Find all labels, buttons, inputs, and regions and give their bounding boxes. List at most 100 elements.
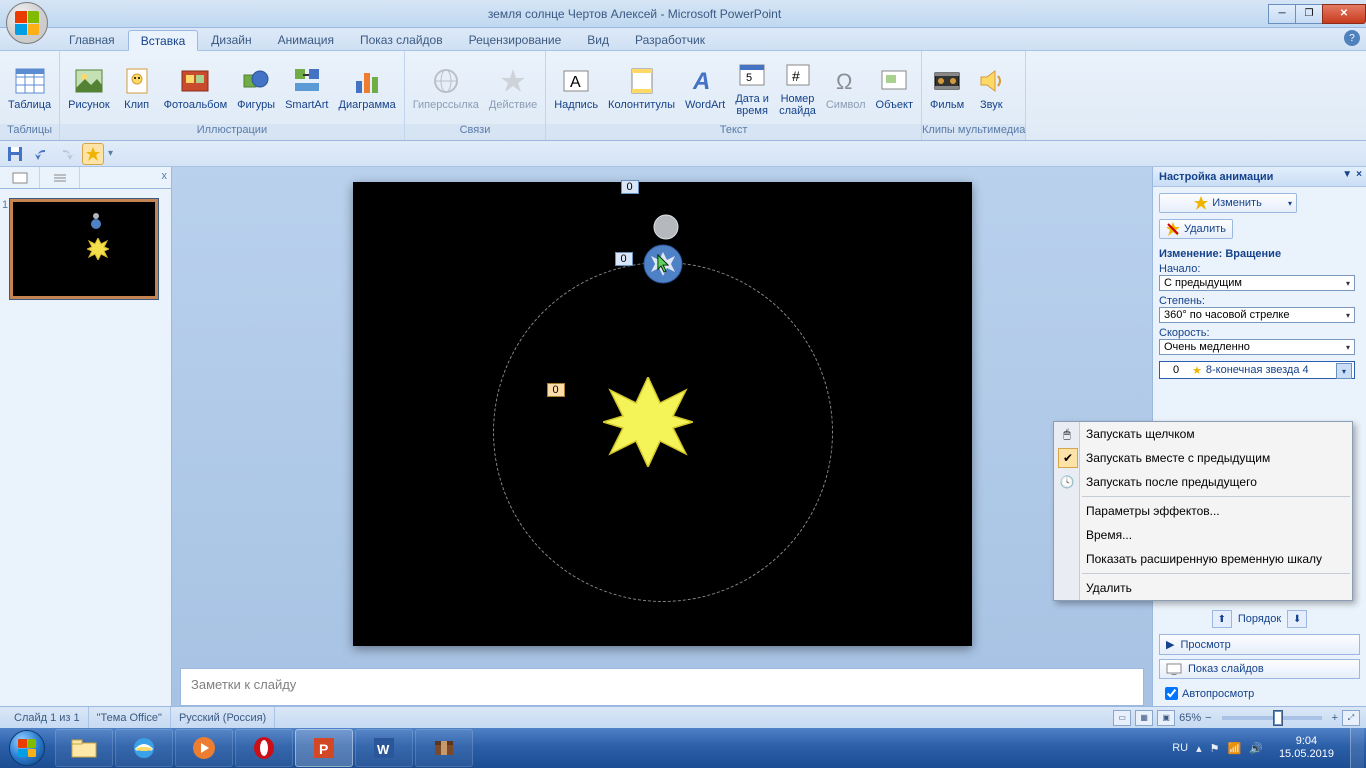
status-language[interactable]: Русский (Россия) <box>171 707 275 728</box>
pane-menu-icon[interactable]: ▼ <box>1342 169 1352 180</box>
slide-canvas[interactable]: 0 0 0 <box>353 182 972 646</box>
earth-shape[interactable]: 0 <box>643 244 683 284</box>
tray-flag-icon[interactable]: ⚑ <box>1210 742 1220 755</box>
menu-timing[interactable]: Время... <box>1054 523 1352 547</box>
tray-show-hidden-icon[interactable]: ▴ <box>1196 742 1202 755</box>
movie-button[interactable]: Фильм <box>926 63 968 113</box>
effect-list-item[interactable]: 0 ★ 8-конечная звезда 4 <box>1159 361 1355 379</box>
cursor-icon <box>657 254 671 274</box>
close-button[interactable]: ✕ <box>1322 4 1366 24</box>
task-powerpoint[interactable]: P <box>295 729 353 767</box>
object-button[interactable]: Объект <box>872 63 917 113</box>
task-winrar[interactable] <box>415 729 473 767</box>
tray-network-icon[interactable]: 📶 <box>1228 742 1242 755</box>
status-theme[interactable]: "Тема Office" <box>89 707 171 728</box>
menu-start-after-prev[interactable]: 🕓Запускать после предыдущего <box>1054 470 1352 494</box>
start-dropdown[interactable]: С предыдущим <box>1159 275 1355 291</box>
qat-customize-icon[interactable]: ▾ <box>108 148 113 159</box>
modify-effect-button[interactable]: Изменить <box>1159 193 1297 213</box>
reorder-down-button[interactable]: ⬇ <box>1287 610 1307 628</box>
tab-review[interactable]: Рецензирование <box>456 29 575 50</box>
clip-button[interactable]: Клип <box>116 63 158 113</box>
animation-pane-toggle[interactable] <box>82 143 104 165</box>
show-desktop-button[interactable] <box>1350 728 1364 768</box>
minimize-button[interactable]: ─ <box>1268 4 1296 24</box>
restore-button[interactable]: ❐ <box>1295 4 1323 24</box>
slides-panel: x 1 <box>0 167 172 706</box>
animation-tag-sun[interactable]: 0 <box>547 383 565 397</box>
datetime-button[interactable]: 5Дата и время <box>731 57 773 119</box>
tab-slideshow[interactable]: Показ слайдов <box>347 29 456 50</box>
normal-view-button[interactable]: ▭ <box>1113 710 1131 726</box>
undo-button[interactable] <box>30 143 52 165</box>
picture-button[interactable]: Рисунок <box>64 63 114 113</box>
zoom-in-button[interactable]: + <box>1332 712 1338 724</box>
slideshow-view-button[interactable]: ▣ <box>1157 710 1175 726</box>
slides-panel-close[interactable]: x <box>162 170 168 182</box>
svg-text:A: A <box>570 74 581 91</box>
sorter-view-button[interactable]: ▦ <box>1135 710 1153 726</box>
tab-animation[interactable]: Анимация <box>265 29 347 50</box>
animation-pane-header: Настройка анимации ▼× <box>1153 167 1366 187</box>
task-ie[interactable] <box>115 729 173 767</box>
office-button[interactable] <box>6 2 54 50</box>
shapes-button[interactable]: Фигуры <box>233 63 279 113</box>
effect-context-menu: 🖱Запускать щелчком ✔Запускать вместе с п… <box>1053 421 1353 601</box>
task-word[interactable]: W <box>355 729 413 767</box>
menu-start-with-prev[interactable]: ✔Запускать вместе с предыдущим <box>1054 446 1352 470</box>
smartart-button[interactable]: SmartArt <box>281 63 332 113</box>
remove-effect-button[interactable]: Удалить <box>1159 219 1233 239</box>
animation-tag-moon[interactable]: 0 <box>621 180 639 194</box>
menu-show-timeline[interactable]: Показать расширенную временную шкалу <box>1054 547 1352 571</box>
amount-dropdown[interactable]: 360° по часовой стрелке <box>1159 307 1355 323</box>
ribbon-tabs: Главная Вставка Дизайн Анимация Показ сл… <box>0 28 1366 51</box>
slide-thumbnail-1[interactable]: 1 <box>10 199 161 299</box>
table-button[interactable]: Таблица <box>4 63 55 113</box>
tab-view[interactable]: Вид <box>574 29 622 50</box>
slides-tab-outline[interactable] <box>40 167 80 188</box>
sun-shape[interactable]: 0 <box>603 377 693 467</box>
task-media-player[interactable] <box>175 729 233 767</box>
redo-button[interactable] <box>56 143 78 165</box>
wordart-button[interactable]: AWordArt <box>681 63 729 113</box>
zoom-out-button[interactable]: − <box>1205 712 1211 724</box>
animation-tag-earth[interactable]: 0 <box>615 252 633 266</box>
tab-design[interactable]: Дизайн <box>198 29 264 50</box>
status-slide-info[interactable]: Слайд 1 из 1 <box>6 707 89 728</box>
play-button[interactable]: ▶Просмотр <box>1159 634 1360 655</box>
sound-button[interactable]: Звук <box>970 63 1012 113</box>
slides-tab-thumbnails[interactable] <box>0 167 40 188</box>
svg-text:A: A <box>692 68 710 95</box>
slideshow-button[interactable]: Показ слайдов <box>1159 659 1360 679</box>
tab-insert[interactable]: Вставка <box>128 30 199 51</box>
help-button[interactable]: ? <box>1344 30 1360 46</box>
task-opera[interactable] <box>235 729 293 767</box>
tray-clock[interactable]: 9:04 15.05.2019 <box>1271 735 1342 761</box>
reorder-up-button[interactable]: ⬆ <box>1212 610 1232 628</box>
task-explorer[interactable] <box>55 729 113 767</box>
start-button[interactable] <box>0 728 54 768</box>
save-button[interactable] <box>4 143 26 165</box>
tray-volume-icon[interactable]: 🔊 <box>1249 742 1263 755</box>
wordart-icon: A <box>689 65 721 97</box>
photoalbum-button[interactable]: Фотоальбом <box>160 63 232 113</box>
tab-home[interactable]: Главная <box>56 29 128 50</box>
speed-dropdown[interactable]: Очень медленно <box>1159 339 1355 355</box>
slidenumber-button[interactable]: #Номер слайда <box>775 57 820 119</box>
menu-start-on-click[interactable]: 🖱Запускать щелчком <box>1054 422 1352 446</box>
check-icon: ✔ <box>1058 448 1078 468</box>
zoom-level[interactable]: 65% <box>1179 712 1201 724</box>
tray-lang[interactable]: RU <box>1172 742 1188 754</box>
pane-close-icon[interactable]: × <box>1356 169 1362 180</box>
headerfooter-button[interactable]: Колонтитулы <box>604 63 679 113</box>
notes-pane[interactable]: Заметки к слайду <box>180 668 1144 706</box>
textbox-button[interactable]: AНадпись <box>550 63 602 113</box>
fit-to-window-button[interactable]: ⤢ <box>1342 710 1360 726</box>
auto-preview-checkbox[interactable]: Автопросмотр <box>1159 683 1360 700</box>
chart-button[interactable]: Диаграмма <box>335 63 400 113</box>
zoom-slider[interactable] <box>1222 716 1322 720</box>
menu-effect-options[interactable]: Параметры эффектов... <box>1054 499 1352 523</box>
menu-remove[interactable]: Удалить <box>1054 576 1352 600</box>
moon-shape[interactable]: 0 <box>653 214 679 240</box>
tab-developer[interactable]: Разработчик <box>622 29 718 50</box>
